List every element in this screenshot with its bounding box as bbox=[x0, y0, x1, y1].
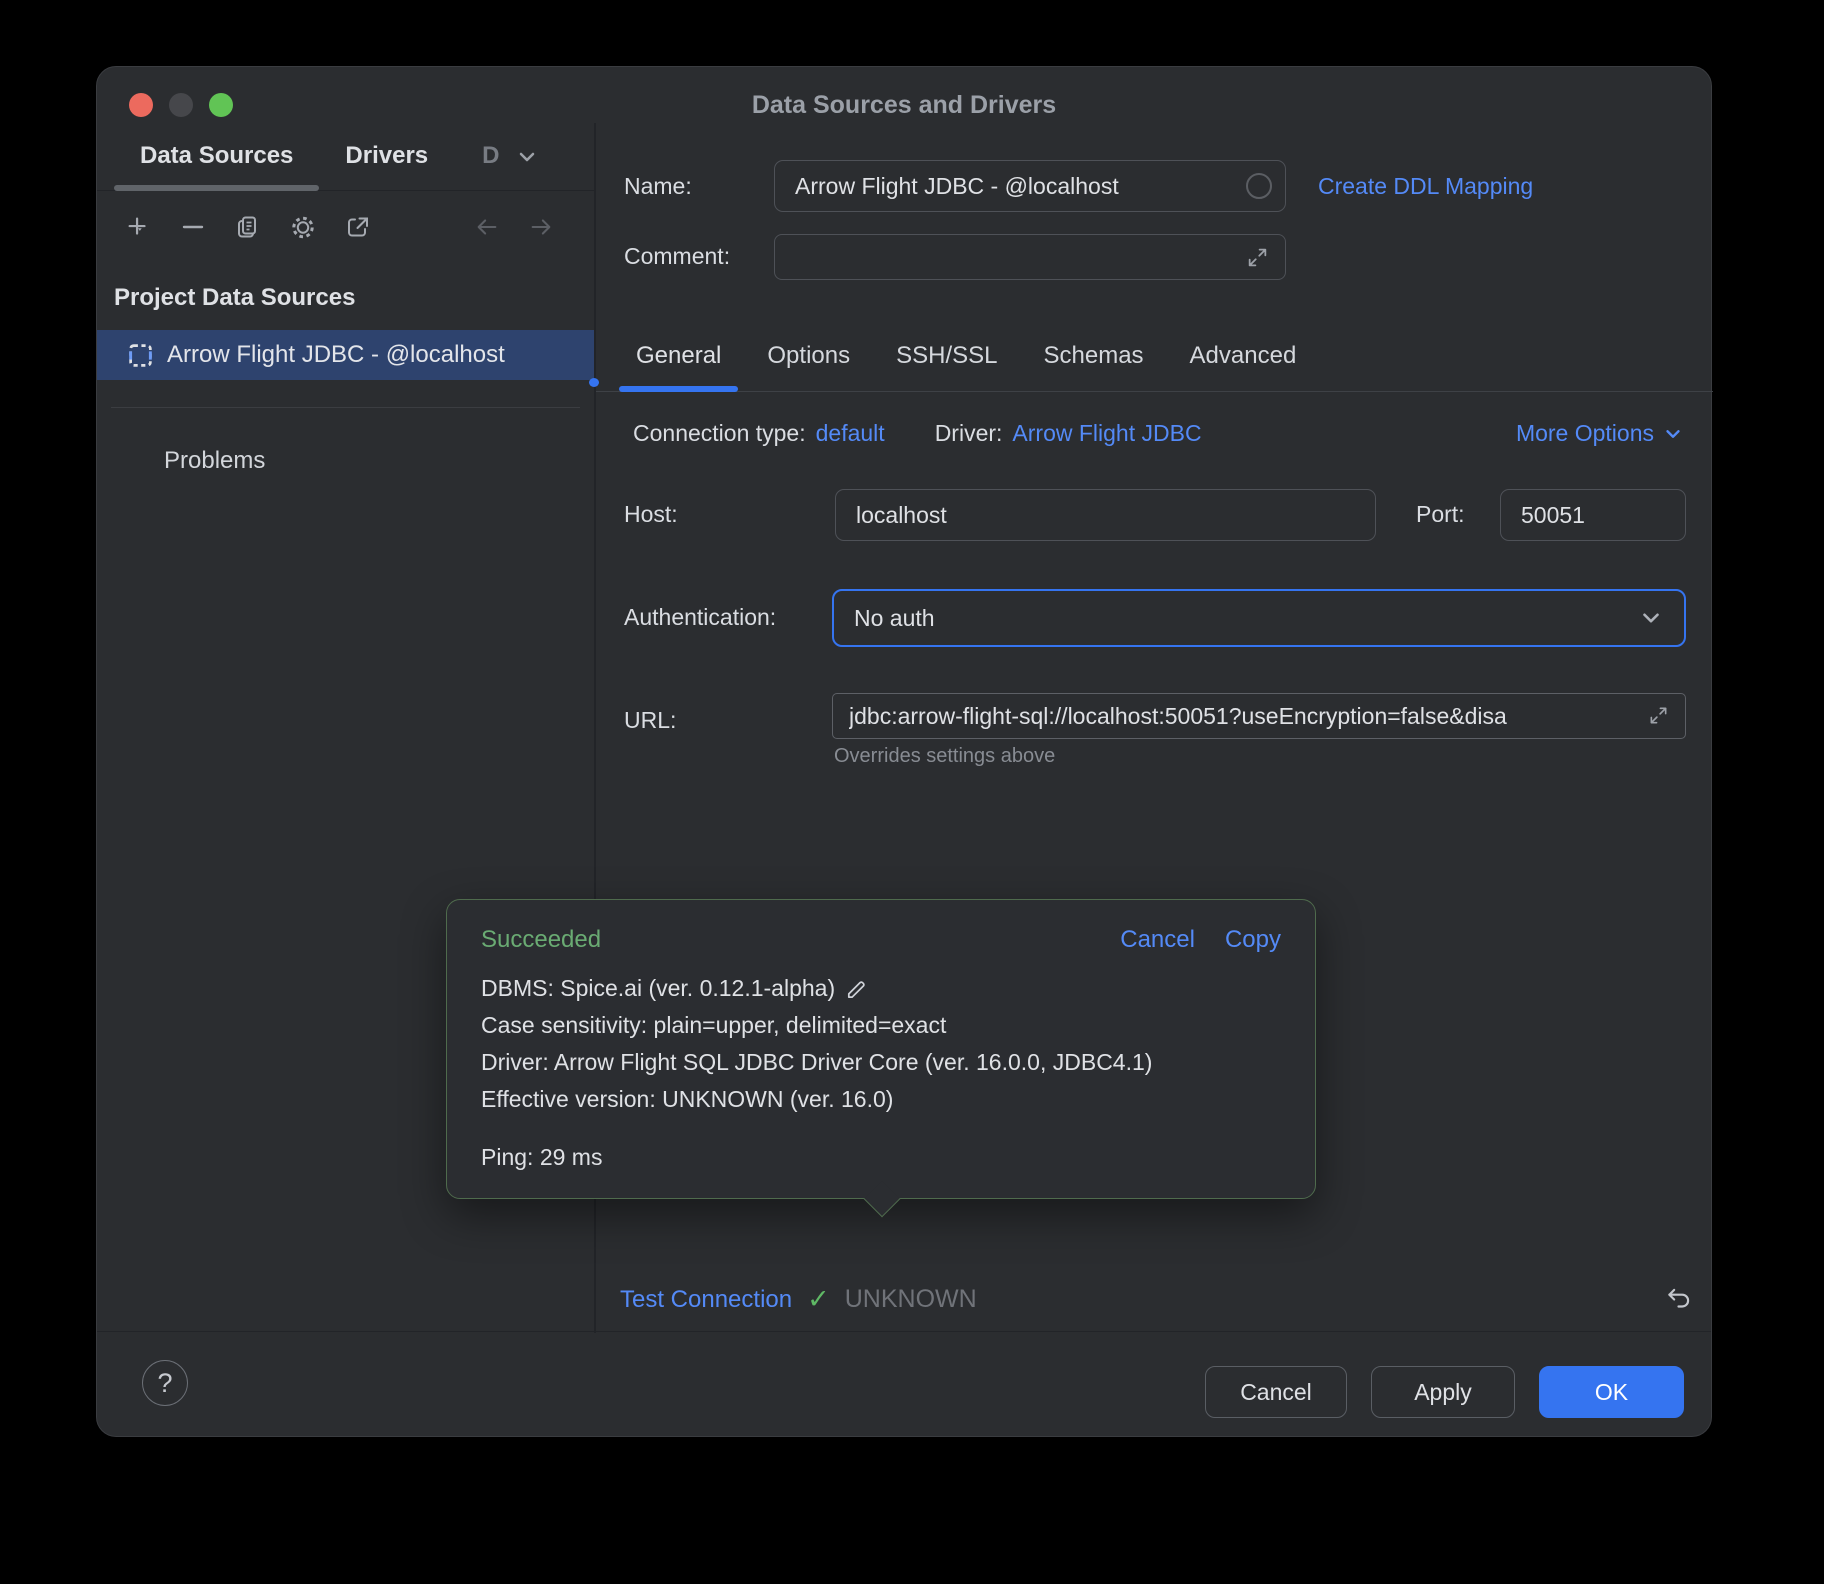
create-ddl-mapping-link[interactable]: Create DDL Mapping bbox=[1318, 173, 1533, 200]
effective-version-text: Effective version: UNKNOWN (ver. 16.0) bbox=[481, 1081, 893, 1118]
comment-label: Comment: bbox=[624, 243, 730, 270]
ok-button[interactable]: OK bbox=[1539, 1366, 1684, 1418]
authentication-value: No auth bbox=[854, 605, 935, 632]
url-label: URL: bbox=[624, 707, 676, 734]
port-label: Port: bbox=[1416, 501, 1465, 528]
tab-data-sources[interactable]: Data Sources bbox=[114, 123, 319, 191]
remove-data-source-icon[interactable] bbox=[180, 214, 206, 240]
config-tab-bar: General Options SSH/SSL Schemas Advanced bbox=[596, 320, 1713, 392]
tab-ssh-ssl[interactable]: SSH/SSL bbox=[879, 320, 1014, 391]
project-data-sources-heading: Project Data Sources bbox=[114, 284, 355, 312]
history-nav bbox=[474, 214, 554, 240]
popup-header: Succeeded Cancel Copy bbox=[447, 900, 1315, 954]
popup-copy-link[interactable]: Copy bbox=[1225, 926, 1281, 954]
tab-drivers[interactable]: Drivers bbox=[319, 123, 454, 191]
help-button[interactable]: ? bbox=[142, 1360, 188, 1406]
success-check-icon: ✓ bbox=[807, 1286, 830, 1313]
test-connection-result-popup: Succeeded Cancel Copy DBMS: Spice.ai (ve… bbox=[446, 899, 1316, 1199]
dialog-footer: ? Cancel Apply OK bbox=[97, 1331, 1711, 1436]
name-input[interactable] bbox=[774, 160, 1286, 212]
tab-truncated[interactable]: D bbox=[454, 123, 503, 191]
apply-button[interactable]: Apply bbox=[1371, 1366, 1515, 1418]
tab-advanced[interactable]: Advanced bbox=[1173, 320, 1314, 391]
case-sensitivity-text: Case sensitivity: plain=upper, delimited… bbox=[481, 1007, 946, 1044]
host-input[interactable] bbox=[835, 489, 1376, 541]
authentication-label: Authentication: bbox=[624, 604, 776, 631]
dbms-info-text: DBMS: Spice.ai (ver. 0.12.1-alpha) bbox=[481, 970, 835, 1007]
data-source-item-selected[interactable]: Arrow Flight JDBC - @localhost bbox=[97, 330, 594, 380]
url-hint-text: Overrides settings above bbox=[834, 745, 1055, 768]
ping-text: Ping: 29 ms bbox=[481, 1139, 602, 1176]
driver-value-link[interactable]: Arrow Flight JDBC bbox=[1012, 420, 1201, 447]
url-input[interactable] bbox=[832, 693, 1686, 739]
driver-label: Driver: bbox=[935, 420, 1003, 447]
titlebar: Data Sources and Drivers bbox=[97, 67, 1711, 123]
comment-input[interactable] bbox=[774, 234, 1286, 280]
sidebar-divider bbox=[111, 407, 580, 408]
tab-overflow-chevron-down-icon[interactable] bbox=[515, 145, 539, 169]
more-options-chevron-down-icon bbox=[1662, 423, 1684, 445]
data-sources-dialog: Data Sources and Drivers Data Sources Dr… bbox=[96, 66, 1712, 1437]
connection-status-text: UNKNOWN bbox=[845, 1285, 977, 1314]
tab-general[interactable]: General bbox=[619, 320, 738, 391]
data-source-icon bbox=[127, 342, 154, 369]
tab-options[interactable]: Options bbox=[750, 320, 867, 391]
undo-icon[interactable] bbox=[1657, 1277, 1701, 1321]
test-connection-row: Test Connection ✓ UNKNOWN bbox=[620, 1285, 977, 1314]
add-data-source-icon[interactable] bbox=[125, 214, 151, 240]
cancel-button[interactable]: Cancel bbox=[1205, 1366, 1347, 1418]
port-input[interactable] bbox=[1500, 489, 1686, 541]
more-options-link[interactable]: More Options bbox=[1516, 420, 1684, 447]
sidebar-toolbar bbox=[97, 191, 594, 263]
name-refresh-spinner-icon bbox=[1246, 173, 1272, 199]
problems-section-label[interactable]: Problems bbox=[164, 447, 265, 475]
popup-body: DBMS: Spice.ai (ver. 0.12.1-alpha) Case … bbox=[447, 954, 1315, 1176]
forward-arrow-icon[interactable] bbox=[528, 214, 554, 240]
edit-pencil-icon[interactable] bbox=[845, 977, 869, 1001]
test-connection-link[interactable]: Test Connection bbox=[620, 1286, 792, 1314]
data-source-label: Arrow Flight JDBC - @localhost bbox=[167, 341, 505, 369]
tab-schemas[interactable]: Schemas bbox=[1027, 320, 1161, 391]
connection-type-value-link[interactable]: default bbox=[816, 420, 885, 447]
back-arrow-icon[interactable] bbox=[474, 214, 500, 240]
popup-cancel-link[interactable]: Cancel bbox=[1120, 926, 1195, 954]
host-label: Host: bbox=[624, 501, 678, 528]
window-title: Data Sources and Drivers bbox=[97, 91, 1711, 120]
succeeded-status-text: Succeeded bbox=[481, 926, 601, 954]
url-expand-icon[interactable] bbox=[1648, 705, 1669, 726]
driver-info-text: Driver: Arrow Flight SQL JDBC Driver Cor… bbox=[481, 1044, 1152, 1081]
connection-type-label: Connection type: bbox=[633, 420, 806, 447]
authentication-select[interactable]: No auth bbox=[832, 589, 1686, 647]
connection-type-row: Connection type: default Driver: Arrow F… bbox=[633, 420, 1202, 447]
name-label: Name: bbox=[624, 173, 692, 200]
export-icon[interactable] bbox=[345, 214, 371, 240]
comment-expand-icon[interactable] bbox=[1246, 246, 1269, 269]
duplicate-icon[interactable] bbox=[235, 214, 261, 240]
settings-gear-icon[interactable] bbox=[290, 214, 316, 240]
authentication-chevron-down-icon bbox=[1638, 605, 1664, 631]
sidebar-tab-bar: Data Sources Drivers D bbox=[97, 123, 594, 191]
